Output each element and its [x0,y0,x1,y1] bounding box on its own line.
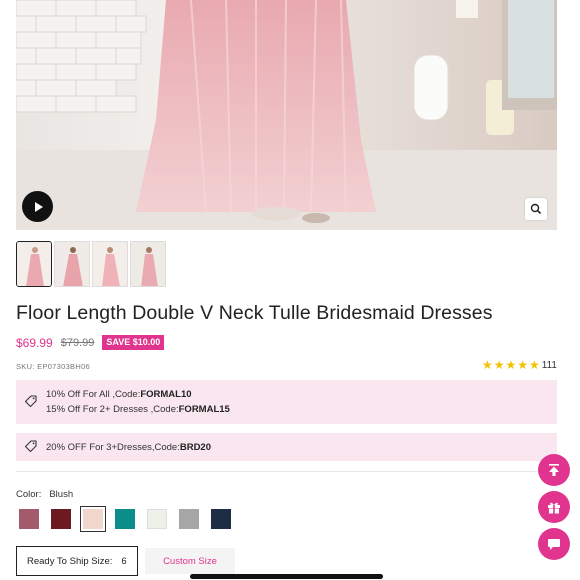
thumbnail-3[interactable] [92,241,128,287]
star-icon: ★ [505,358,517,372]
star-icon: ★ [493,358,505,372]
size-value: 6 [121,555,127,567]
star-rating: ★ ★ ★ ★ ★ [482,359,540,371]
sale-price: $69.99 [16,335,53,350]
color-swatch[interactable] [176,506,202,532]
play-video-button[interactable] [22,191,53,222]
gift-icon [548,502,560,514]
play-icon [34,201,43,212]
zoom-button[interactable] [525,198,547,220]
product-title: Floor Length Double V Neck Tulle Bridesm… [16,302,493,324]
promo-code: FORMAL15 [178,404,230,415]
product-photo [16,0,557,230]
promo-code: FORMAL10 [140,389,192,400]
color-swatch[interactable] [144,506,170,532]
chat-button[interactable] [538,528,570,560]
sku-text: SKU: EP07303BH06 [16,362,91,371]
promo-text-2: 20% OFF For 3+Dresses,Code:BRD20 [46,442,211,453]
save-badge: SAVE $10.00 [102,335,165,350]
star-icon: ★ [529,358,540,372]
product-main-image[interactable] [16,0,557,230]
color-swatch[interactable] [112,506,138,532]
thumbnail-2[interactable] [54,241,90,287]
custom-size-button[interactable]: Custom Size [145,548,235,574]
color-swatch[interactable] [48,506,74,532]
tag-icon [24,395,37,408]
promo-banner-1: 10% Off For All ,Code:FORMAL10 15% Off F… [16,380,557,424]
home-indicator [190,574,383,579]
divider [16,471,557,472]
color-swatch[interactable] [208,506,234,532]
ready-to-ship-size-select[interactable]: Ready To Ship Size: 6 [16,546,138,576]
promo-code: BRD20 [179,442,211,453]
thumbnail-4[interactable] [130,241,166,287]
thumbnail-strip [16,241,166,287]
star-icon: ★ [517,358,529,372]
thumbnail-1[interactable] [16,241,52,287]
arrow-up-icon [549,464,559,476]
chat-icon [548,539,560,550]
color-swatch-selected[interactable] [80,506,106,532]
price-row: $69.99 $79.99 SAVE $10.00 [16,335,165,350]
gift-button[interactable] [538,491,570,523]
star-icon: ★ [481,358,493,372]
size-label: Ready To Ship Size: [27,555,113,567]
promo-text-1: 10% Off For All ,Code:FORMAL10 15% Off F… [46,389,230,415]
back-to-top-button[interactable] [538,454,570,486]
color-label: Color: Blush [16,489,74,500]
promo-banner-2: 20% OFF For 3+Dresses,Code:BRD20 [16,433,557,461]
original-price: $79.99 [60,336,95,349]
color-swatch[interactable] [16,506,42,532]
rating-summary[interactable]: ★ ★ ★ ★ ★ 111 [482,359,557,371]
zoom-icon [530,203,542,215]
review-count: 111 [541,359,557,371]
selected-color-name: Blush [49,489,74,500]
tag-icon [24,440,37,453]
color-swatches [16,506,234,532]
